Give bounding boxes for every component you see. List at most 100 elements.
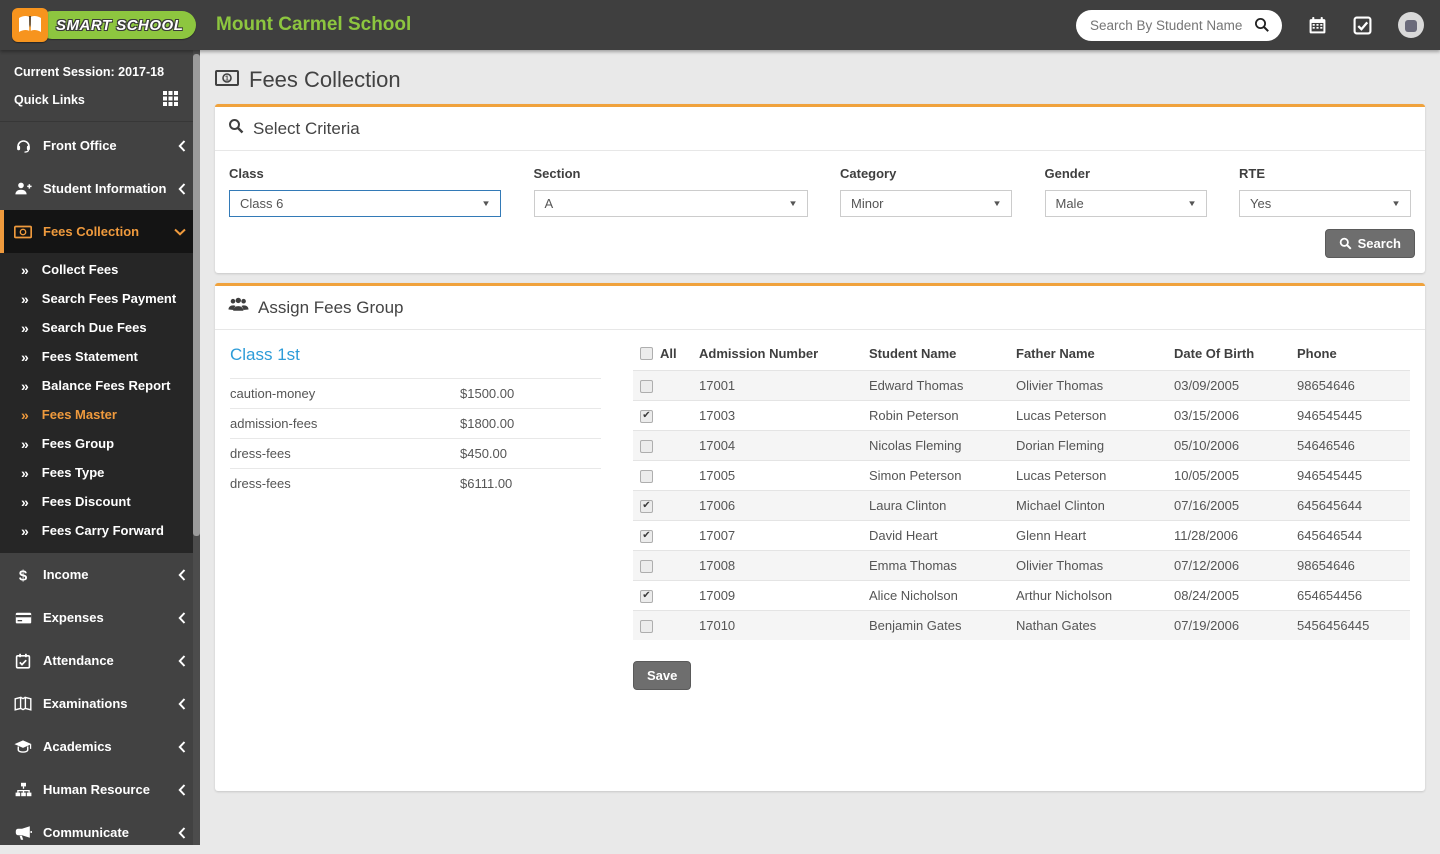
phone-cell: 654654456 xyxy=(1297,587,1363,603)
student-checkbox[interactable]: ✔ xyxy=(640,589,653,603)
sidebar-scrollbar-thumb[interactable] xyxy=(193,54,200,536)
field-category: Category Minor ▼ xyxy=(840,166,1012,217)
submenu-item-balance-fees-report[interactable]: » Balance Fees Report xyxy=(0,371,200,400)
sidebar-item-expenses[interactable]: Expenses xyxy=(0,596,200,639)
student-name-cell: Laura Clinton xyxy=(869,497,947,513)
sidebar-item-label: Attendance xyxy=(43,653,114,668)
headset-icon xyxy=(14,138,32,153)
student-checkbox-cell xyxy=(633,550,699,580)
table-row[interactable]: 17005 Simon Peterson Lucas Peterson 10/05/2… xyxy=(633,460,1410,490)
table-row[interactable]: 17001 Edward Thomas Olivier Thomas 03/09/20… xyxy=(633,370,1410,400)
submenu-item-search-fees-payment[interactable]: » Search Fees Payment xyxy=(0,284,200,313)
tasks-icon[interactable] xyxy=(1353,16,1372,35)
app-logo[interactable]: SMART SCHOOL xyxy=(0,0,200,50)
session-block: Current Session: 2017-18 Quick Links xyxy=(0,50,200,122)
submenu-item-fees-carry-forward[interactable]: » Fees Carry Forward xyxy=(0,516,200,545)
sitemap-icon xyxy=(14,782,32,797)
select-all: All xyxy=(640,346,699,361)
sidebar-item-income[interactable]: $ Income xyxy=(0,553,200,596)
sidebar-item-human-resource[interactable]: Human Resource xyxy=(0,768,200,811)
chevron-down-icon: ▼ xyxy=(992,199,1002,208)
fees-group-name: Class 1st xyxy=(230,345,300,364)
father-name-cell: Michael Clinton xyxy=(1016,497,1105,513)
section-select[interactable]: A ▼ xyxy=(533,190,808,217)
student-name-cell: Edward Thomas xyxy=(869,377,964,393)
submenu-item-fees-type[interactable]: » Fees Type xyxy=(0,458,200,487)
class-select[interactable]: Class 6 ▼ xyxy=(229,190,501,217)
sidebar-item-academics[interactable]: Academics xyxy=(0,725,200,768)
student-checkbox[interactable] xyxy=(640,559,653,573)
field-label: Class xyxy=(229,166,264,181)
criteria-fields: Class Class 6 ▼ Section A ▼ Category Minor ▼ Gend… xyxy=(215,151,1425,221)
date-of-birth-cell: 11/28/2006 xyxy=(1174,527,1239,543)
fee-name: admission-fees xyxy=(230,416,318,431)
grid-icon[interactable] xyxy=(163,91,178,109)
admission-number-cell: 17001 xyxy=(699,377,736,393)
student-checkbox[interactable] xyxy=(640,619,653,633)
category-select[interactable]: Minor ▼ xyxy=(840,190,1012,217)
student-checkbox[interactable]: ✔ xyxy=(640,529,653,543)
fee-amount: $450.00 xyxy=(460,446,507,461)
table-row[interactable]: ✔ 17009 Alice Nicholson Arthur Nicholson 08/… xyxy=(633,580,1410,610)
submenu-item-label: Fees Type xyxy=(41,465,105,480)
phone-cell: 54646546 xyxy=(1297,437,1355,453)
sidebar-item-attendance[interactable]: Attendance xyxy=(0,639,200,682)
table-row[interactable]: ✔ 17007 David Heart Glenn Heart 11/28/2006 64… xyxy=(633,520,1410,550)
double-angle-icon: » xyxy=(21,522,29,539)
search-input[interactable] xyxy=(1088,16,1248,34)
select-value: Class 6 xyxy=(240,196,284,211)
submenu-item-fees-group[interactable]: » Fees Group xyxy=(0,429,200,458)
submenu-item-collect-fees[interactable]: » Collect Fees xyxy=(0,255,200,284)
table-row[interactable]: ✔ 17003 Robin Peterson Lucas Peterson 03/15/… xyxy=(633,400,1410,430)
select-all-checkbox[interactable] xyxy=(640,347,653,361)
gender-select[interactable]: Male ▼ xyxy=(1044,190,1207,217)
search-button[interactable]: Search xyxy=(1324,229,1415,258)
assign-fees-group-header: Assign Fees Group xyxy=(215,286,1425,330)
table-row[interactable]: ✔ 17006 Laura Clinton Michael Clinton 07/16/… xyxy=(633,490,1410,520)
chevron-left-icon xyxy=(178,740,186,753)
chevron-left-icon xyxy=(178,139,186,152)
sidebar-scrollbar[interactable] xyxy=(193,50,200,845)
student-checkbox[interactable]: ✔ xyxy=(640,409,653,423)
quick-links[interactable]: Quick Links xyxy=(14,91,178,109)
student-name-cell: Robin Peterson xyxy=(869,407,959,423)
sidebar-item-examinations[interactable]: Examinations xyxy=(0,682,200,725)
date-of-birth-cell: 10/05/2005 xyxy=(1174,467,1240,483)
student-checkbox-cell: ✔ xyxy=(633,490,699,520)
submenu-item-search-due-fees[interactable]: » Search Due Fees xyxy=(0,313,200,342)
student-checkbox[interactable] xyxy=(640,469,653,483)
double-angle-icon: » xyxy=(21,464,29,481)
double-angle-icon: » xyxy=(21,348,29,365)
bullhorn-icon xyxy=(14,825,32,841)
student-checkbox[interactable] xyxy=(640,439,653,453)
student-search-box[interactable] xyxy=(1076,9,1282,41)
user-avatar[interactable] xyxy=(1398,12,1424,38)
submenu-item-fees-discount[interactable]: » Fees Discount xyxy=(0,487,200,516)
book-open-icon xyxy=(14,696,32,711)
calendar-icon[interactable] xyxy=(1308,16,1327,35)
graduation-cap-icon xyxy=(14,739,32,754)
rte-select[interactable]: Yes ▼ xyxy=(1239,190,1411,217)
students-panel: All Admission Number Student Name Father Na… xyxy=(633,338,1410,690)
credit-card-icon xyxy=(14,611,32,625)
submenu-item-fees-master[interactable]: » Fees Master xyxy=(0,400,200,429)
father-name-cell: Lucas Peterson xyxy=(1016,407,1107,423)
father-name-cell: Lucas Peterson xyxy=(1016,467,1107,483)
search-icon[interactable] xyxy=(1254,17,1270,33)
admission-number-cell: 17004 xyxy=(699,437,736,453)
table-row[interactable]: 17004 Nicolas Fleming Dorian Fleming 05/10/… xyxy=(633,430,1410,460)
save-button[interactable]: Save xyxy=(633,661,692,690)
table-row[interactable]: 17010 Benjamin Gates Nathan Gates 07/19/200… xyxy=(633,610,1410,640)
select-criteria-card: Select Criteria Class Class 6 ▼ Section A ▼ Ca… xyxy=(215,104,1425,273)
sidebar-item-fees-collection[interactable]: Fees Collection xyxy=(0,210,200,253)
student-checkbox[interactable] xyxy=(640,379,653,393)
book-logo-icon xyxy=(12,8,48,42)
sidebar-item-student-information[interactable]: Student Information xyxy=(0,167,200,210)
save-row: Save xyxy=(633,661,1410,690)
chevron-left-icon xyxy=(178,697,186,710)
submenu-item-fees-statement[interactable]: » Fees Statement xyxy=(0,342,200,371)
student-checkbox[interactable]: ✔ xyxy=(640,499,653,513)
table-row[interactable]: 17008 Emma Thomas Olivier Thomas 07/12/2006… xyxy=(633,550,1410,580)
sidebar-item-communicate[interactable]: Communicate xyxy=(0,811,200,854)
sidebar-item-front-office[interactable]: Front Office xyxy=(0,124,200,167)
